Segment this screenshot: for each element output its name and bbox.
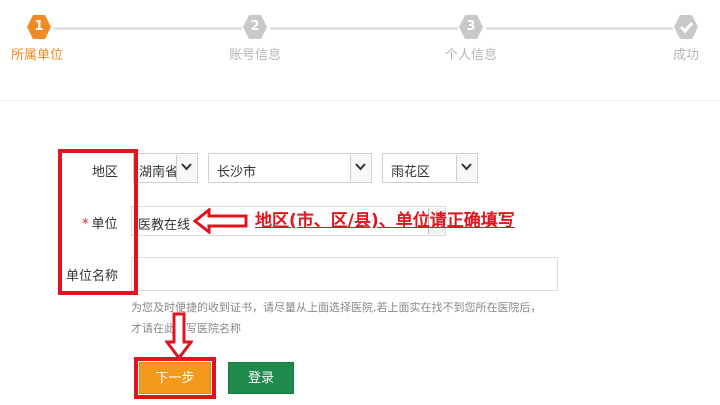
chevron-down-icon <box>176 155 196 181</box>
city-value: 长沙市 <box>217 165 257 180</box>
stepper-line <box>486 27 673 30</box>
unit-value: 医教在线 <box>138 218 191 233</box>
district-value: 雨花区 <box>391 165 431 180</box>
district-select[interactable]: 雨花区 <box>382 153 478 183</box>
step-2-label: 账号信息 <box>229 48 282 63</box>
login-button[interactable]: 登录 <box>228 362 294 394</box>
stepper-line <box>54 27 242 30</box>
chevron-down-icon <box>456 155 476 181</box>
province-value: 湖南省 <box>139 165 179 180</box>
arrow-down-icon <box>165 312 193 360</box>
step-3-label: 个人信息 <box>445 48 498 63</box>
step-4-label: 成功 <box>673 48 700 63</box>
check-icon <box>673 14 699 40</box>
annotation-text: 地区(市、区/县)、单位请正确填写 <box>255 211 515 231</box>
arrow-left-icon <box>193 208 248 234</box>
labels-highlight-box <box>58 149 138 295</box>
chevron-down-icon <box>350 155 370 181</box>
unit-name-input[interactable] <box>131 257 558 291</box>
stepper-line <box>270 27 458 30</box>
step-1-label: 所属单位 <box>11 48 64 63</box>
next-step-button[interactable]: 下一步 <box>139 362 211 394</box>
step-1-number: 1 <box>34 19 44 34</box>
step-2-number: 2 <box>250 19 260 34</box>
step-3-number: 3 <box>466 19 476 34</box>
city-select[interactable]: 长沙市 <box>208 153 372 183</box>
header-divider <box>0 100 720 101</box>
province-select[interactable]: 湖南省 <box>133 153 198 183</box>
